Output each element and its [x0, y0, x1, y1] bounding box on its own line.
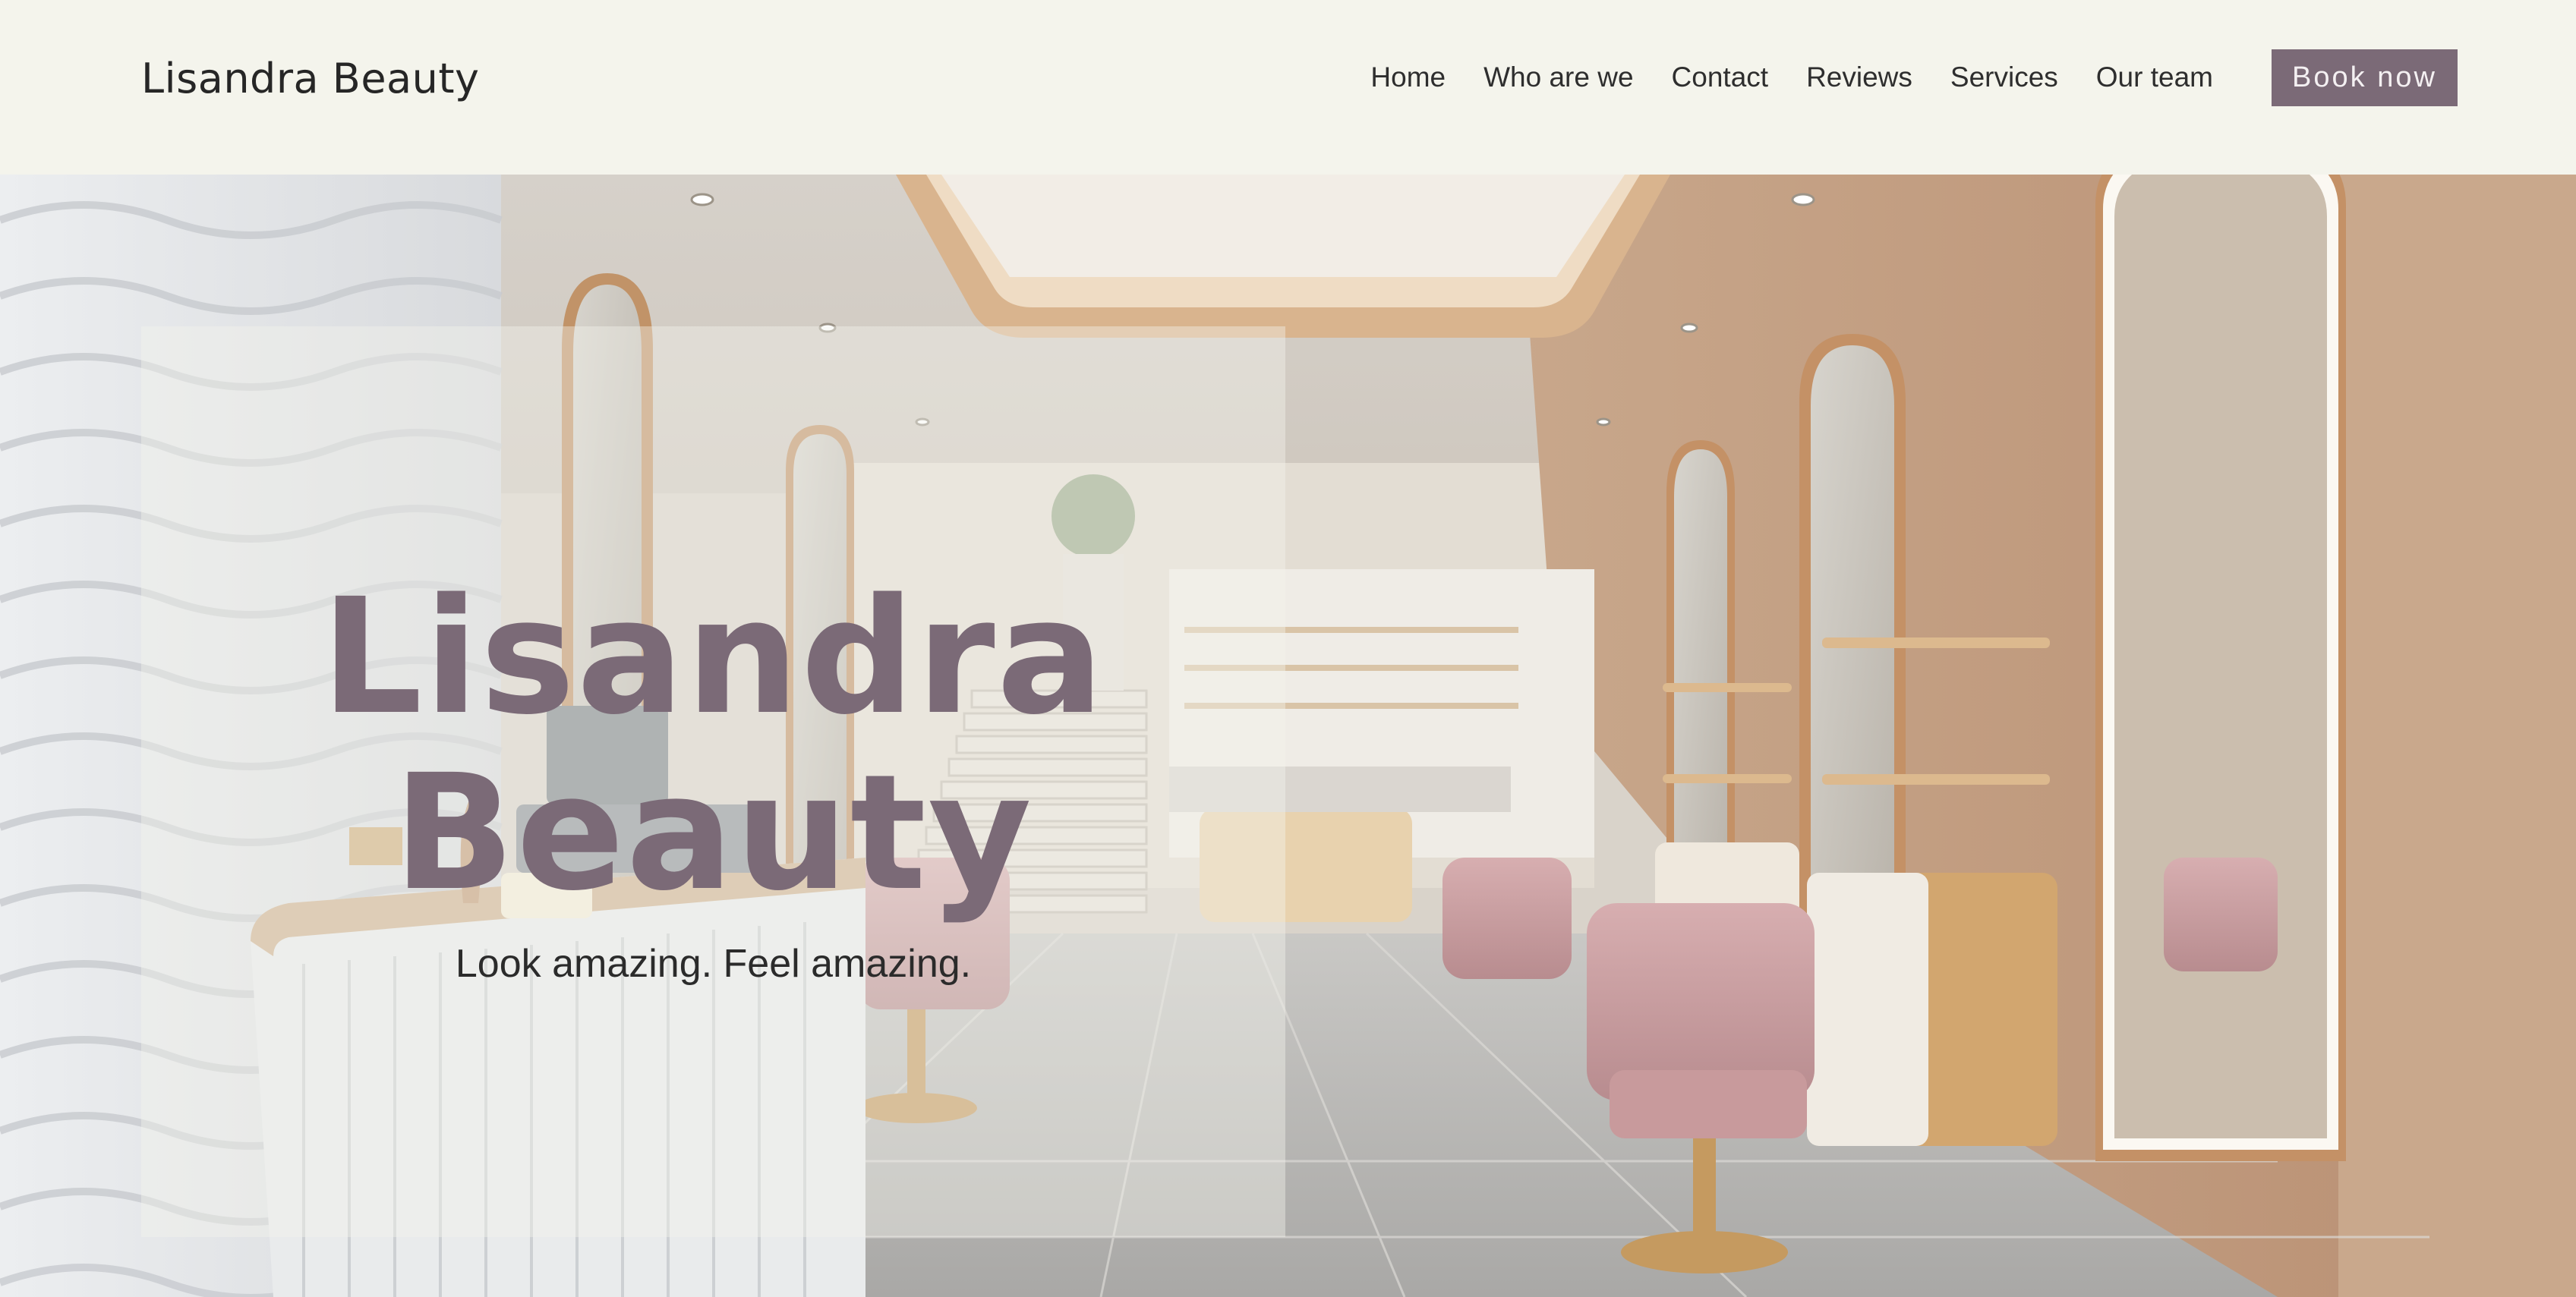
nav-services[interactable]: Services: [1950, 61, 2058, 93]
nav-reviews[interactable]: Reviews: [1806, 61, 1912, 93]
hero-title: Lisandra Beauty: [141, 569, 1285, 921]
hero-subtitle: Look amazing. Feel amazing.: [455, 942, 972, 986]
hero-title-line-1: Lisandra: [320, 564, 1106, 750]
hero-section: Lisandra Beauty Look amazing. Feel amazi…: [0, 175, 2576, 1297]
nav-our-team[interactable]: Our team: [2096, 61, 2213, 93]
book-now-button[interactable]: Book now: [2272, 49, 2458, 106]
hero-title-line-2: Beauty: [393, 740, 1033, 926]
nav-who-are-we[interactable]: Who are we: [1483, 61, 1633, 93]
site-logo[interactable]: Lisandra Beauty: [141, 55, 480, 102]
site-header: Lisandra Beauty Home Who are we Contact …: [0, 0, 2576, 175]
main-nav: Home Who are we Contact Reviews Services…: [1370, 59, 2213, 96]
nav-contact[interactable]: Contact: [1672, 61, 1769, 93]
nav-home[interactable]: Home: [1370, 61, 1446, 93]
